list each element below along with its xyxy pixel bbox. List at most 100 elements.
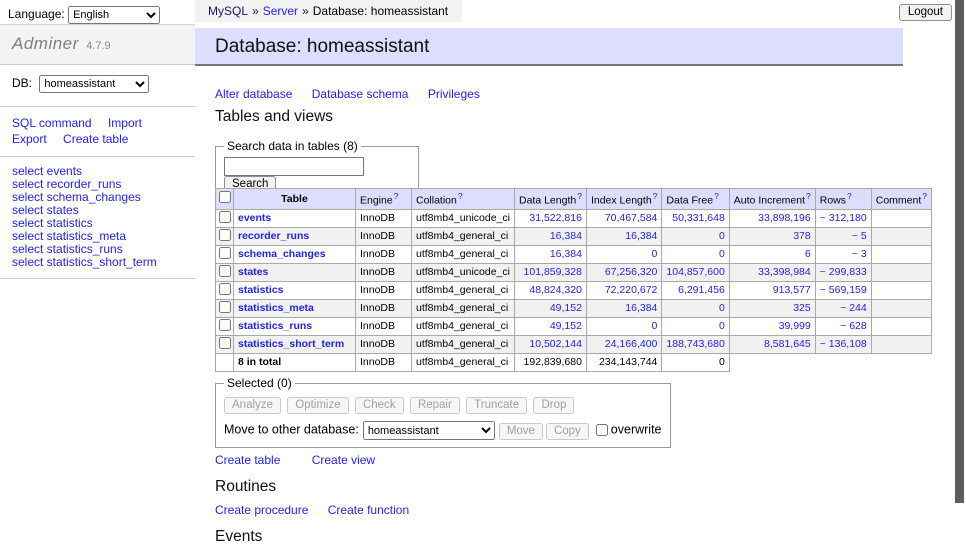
data-length-cell: 16,384 xyxy=(514,245,586,263)
table-name-link[interactable]: statistics_short_term xyxy=(238,338,344,350)
row-checkbox[interactable] xyxy=(219,301,231,313)
rows-link[interactable]: ~ 5 xyxy=(852,230,867,242)
auto-increment-link[interactable]: 6 xyxy=(805,248,811,260)
repair-button[interactable]: Repair xyxy=(410,397,460,414)
data-free-link[interactable]: 188,743,680 xyxy=(666,338,724,350)
optimize-button[interactable]: Optimize xyxy=(287,397,348,414)
index-length-link[interactable]: 0 xyxy=(652,320,658,332)
check-button[interactable]: Check xyxy=(355,397,404,414)
data-length-link[interactable]: 101,859,328 xyxy=(524,266,582,278)
create-view-link[interactable]: Create view xyxy=(312,453,375,467)
sidebar-item-select-statistics-short-term[interactable]: select statistics_short_term xyxy=(12,256,183,269)
auto-increment-link[interactable]: 8,581,645 xyxy=(764,338,811,350)
move-database-select[interactable]: homeassistant xyxy=(363,421,495,440)
language-select[interactable]: English xyxy=(68,6,160,24)
rows-link[interactable]: ~ 312,180 xyxy=(820,212,867,224)
truncate-button[interactable]: Truncate xyxy=(466,397,527,414)
data-length-link[interactable]: 49,152 xyxy=(550,302,582,314)
help-link[interactable]: ? xyxy=(458,191,463,201)
table-name-link[interactable]: statistics_runs xyxy=(238,320,312,332)
help-link[interactable]: ? xyxy=(847,191,852,201)
row-checkbox[interactable] xyxy=(219,229,231,241)
create-procedure-link[interactable]: Create procedure xyxy=(215,503,308,517)
table-name-link[interactable]: events xyxy=(238,212,271,224)
move-button[interactable]: Move xyxy=(499,423,543,440)
index-length-link[interactable]: 70,467,584 xyxy=(605,212,658,224)
auto-increment-link[interactable]: 39,999 xyxy=(779,320,811,332)
help-link[interactable]: ? xyxy=(714,191,719,201)
data-length-link[interactable]: 48,824,320 xyxy=(529,284,582,296)
sidebar-import-link[interactable]: Import xyxy=(108,116,142,130)
row-checkbox[interactable] xyxy=(219,283,231,295)
select-all-checkbox[interactable] xyxy=(219,191,231,203)
data-length-link[interactable]: 16,384 xyxy=(550,248,582,260)
auto-increment-link[interactable]: 325 xyxy=(793,302,811,314)
col-header-engine: Engine? xyxy=(356,189,412,210)
data-free-link[interactable]: 50,331,648 xyxy=(672,212,725,224)
db-select[interactable]: homeassistant xyxy=(39,75,149,93)
rows-link[interactable]: ~ 3 xyxy=(852,248,867,260)
auto-increment-link[interactable]: 378 xyxy=(793,230,811,242)
auto-increment-link[interactable]: 913,577 xyxy=(773,284,811,296)
rows-link[interactable]: ~ 628 xyxy=(840,320,867,332)
data-free-link[interactable]: 0 xyxy=(719,230,725,242)
sidebar-export-link[interactable]: Export xyxy=(12,132,47,146)
help-link[interactable]: ? xyxy=(922,191,927,201)
table-name-link[interactable]: statistics_meta xyxy=(238,302,314,314)
search-input[interactable] xyxy=(224,157,364,176)
sidebar-table-links: select events select recorder_runs selec… xyxy=(0,157,195,279)
breadcrumb-server-link[interactable]: Server xyxy=(263,4,298,18)
create-function-link[interactable]: Create function xyxy=(328,503,409,517)
auto-increment-link[interactable]: 33,898,196 xyxy=(758,212,811,224)
overwrite-checkbox[interactable] xyxy=(596,424,608,436)
help-link[interactable]: ? xyxy=(394,191,399,201)
logout-button[interactable]: Logout xyxy=(899,4,952,21)
table-name-link[interactable]: statistics xyxy=(238,284,284,296)
help-link[interactable]: ? xyxy=(653,191,658,201)
row-checkbox[interactable] xyxy=(219,211,231,223)
rows-link[interactable]: ~ 299,833 xyxy=(820,266,867,278)
help-link[interactable]: ? xyxy=(806,191,811,201)
data-free-link[interactable]: 0 xyxy=(719,320,725,332)
index-length-link[interactable]: 72,220,672 xyxy=(605,284,658,296)
data-length-link[interactable]: 49,152 xyxy=(550,320,582,332)
sidebar-create-table-link[interactable]: Create table xyxy=(63,132,128,146)
analyze-button[interactable]: Analyze xyxy=(224,397,281,414)
create-table-link[interactable]: Create table xyxy=(215,453,280,467)
rows-link[interactable]: ~ 569,159 xyxy=(820,284,867,296)
data-length-link[interactable]: 31,522,816 xyxy=(529,212,582,224)
table-name-link[interactable]: states xyxy=(238,266,268,278)
data-length-link[interactable]: 10,502,144 xyxy=(529,338,582,350)
data-free-link[interactable]: 104,857,600 xyxy=(666,266,724,278)
row-select-cell xyxy=(216,209,234,227)
table-name-link[interactable]: schema_changes xyxy=(238,248,326,260)
rows-link[interactable]: ~ 244 xyxy=(840,302,867,314)
data-free-link[interactable]: 0 xyxy=(719,302,725,314)
data-length-link[interactable]: 16,384 xyxy=(550,230,582,242)
help-link[interactable]: ? xyxy=(577,191,582,201)
privileges-link[interactable]: Privileges xyxy=(428,87,480,101)
index-length-link[interactable]: 16,384 xyxy=(625,302,657,314)
auto-increment-link[interactable]: 33,398,984 xyxy=(758,266,811,278)
rows-link[interactable]: ~ 136,108 xyxy=(820,338,867,350)
index-length-link[interactable]: 67,256,320 xyxy=(605,266,658,278)
index-length-link[interactable]: 24,166,400 xyxy=(605,338,658,350)
index-length-link[interactable]: 0 xyxy=(652,248,658,260)
col-header-label: Data Length xyxy=(519,195,576,207)
database-schema-link[interactable]: Database schema xyxy=(312,87,409,101)
drop-button[interactable]: Drop xyxy=(533,397,574,414)
data-free-link[interactable]: 6,291,456 xyxy=(678,284,725,296)
scrollbar-thumb[interactable] xyxy=(955,0,964,503)
row-checkbox[interactable] xyxy=(219,319,231,331)
sidebar-sql-command-link[interactable]: SQL command xyxy=(12,116,92,130)
row-checkbox[interactable] xyxy=(219,337,231,349)
data-free-link[interactable]: 0 xyxy=(719,248,725,260)
table-name-link[interactable]: recorder_runs xyxy=(238,230,309,242)
copy-button[interactable]: Copy xyxy=(546,423,589,440)
alter-database-link[interactable]: Alter database xyxy=(215,87,292,101)
index-length-link[interactable]: 16,384 xyxy=(625,230,657,242)
breadcrumb-mysql-link[interactable]: MySQL xyxy=(208,4,248,18)
row-checkbox[interactable] xyxy=(219,265,231,277)
row-checkbox[interactable] xyxy=(219,247,231,259)
rows-cell: ~ 312,180 xyxy=(815,209,871,227)
